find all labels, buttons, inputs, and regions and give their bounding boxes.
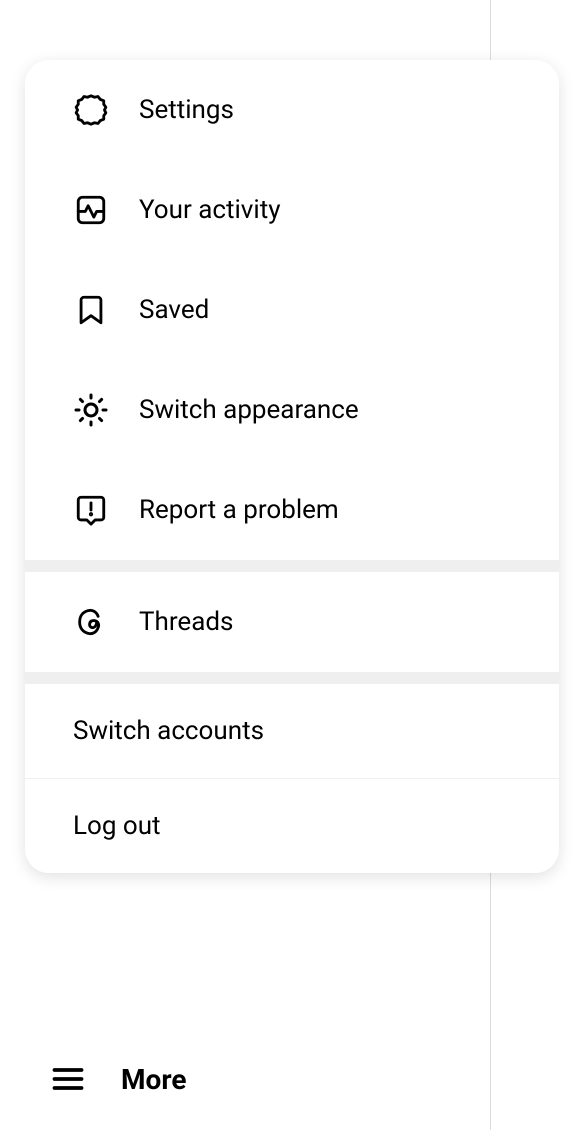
menu-label-saved: Saved [139,295,209,325]
menu-section-main: Settings Your activity Saved [25,60,559,560]
section-divider [25,672,559,684]
menu-section-threads: Threads [25,572,559,672]
hamburger-icon [50,1061,86,1097]
menu-item-appearance[interactable]: Switch appearance [25,360,559,460]
menu-item-logout[interactable]: Log out [25,779,559,873]
gear-icon [73,92,109,128]
menu-item-switch-accounts[interactable]: Switch accounts [25,684,559,778]
threads-icon [73,604,109,640]
menu-item-report[interactable]: Report a problem [25,460,559,560]
menu-item-settings[interactable]: Settings [25,60,559,160]
menu-item-activity[interactable]: Your activity [25,160,559,260]
bookmark-icon [73,292,109,328]
menu-item-saved[interactable]: Saved [25,260,559,360]
menu-label-settings: Settings [139,95,234,125]
more-label: More [121,1063,186,1096]
menu-label-switch-accounts: Switch accounts [73,716,264,746]
section-divider [25,560,559,572]
menu-label-threads: Threads [139,607,233,637]
more-button[interactable]: More [50,1061,186,1097]
menu-label-report: Report a problem [139,495,339,525]
sun-icon [73,392,109,428]
menu-label-activity: Your activity [139,195,281,225]
menu-section-account: Switch accounts Log out [25,684,559,873]
activity-icon [73,192,109,228]
report-icon [73,492,109,528]
menu-label-logout: Log out [73,811,161,841]
menu-label-appearance: Switch appearance [139,395,359,425]
more-popup-menu: Settings Your activity Saved [25,60,559,873]
menu-item-threads[interactable]: Threads [25,572,559,672]
